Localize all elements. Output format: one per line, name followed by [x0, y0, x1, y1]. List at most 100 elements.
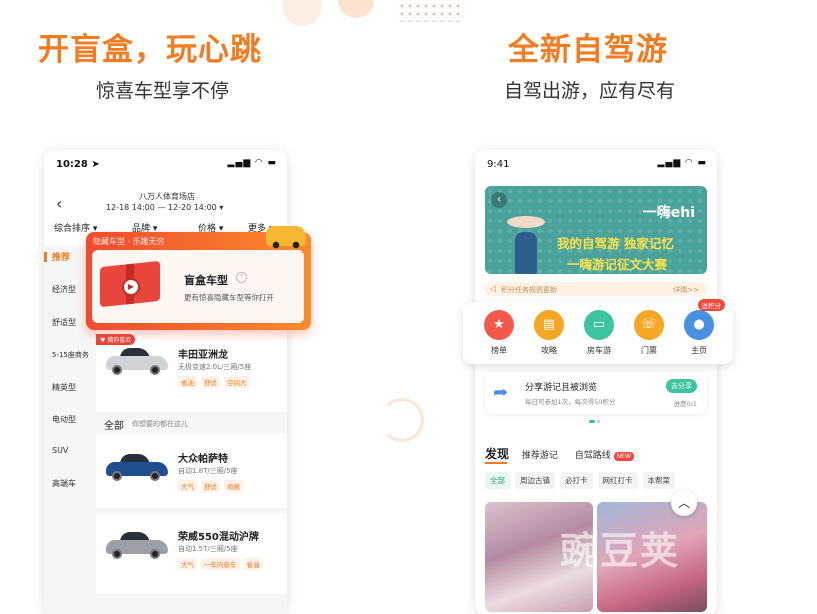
- sidebar-item-economy[interactable]: 经济型: [52, 284, 76, 295]
- car-tags: 大气 一年内新车 省油: [178, 558, 267, 570]
- shortcut-panel: ★ 榜单 ▤ 攻略 ▭ 房车游 ☏ 门票 ● 主页 送积分: [463, 299, 733, 364]
- sidebar-item-electric[interactable]: 电动型: [52, 414, 76, 425]
- car-tag: 大气: [178, 558, 197, 570]
- notice-text: 积分任务规则更新: [501, 286, 557, 294]
- car-image: [106, 348, 168, 375]
- sidebar-item-comfort[interactable]: 舒适型: [52, 317, 76, 328]
- deco-ring: [380, 398, 424, 442]
- guide-book-icon: ▤: [534, 310, 564, 340]
- chip-local-cuisine[interactable]: 本帮菜: [642, 472, 675, 489]
- notice-link[interactable]: 详情>>: [673, 285, 699, 295]
- stage: 开盲盒，玩心跳 惊喜车型享不停 全新自驾游 自驾出游，应有尽有 10:28 ➤ …: [0, 0, 817, 614]
- scroll-top-button[interactable]: ︿: [671, 490, 697, 516]
- car-image: [106, 532, 168, 559]
- status-time: 10:28 ➤: [56, 159, 100, 170]
- sidebar-item-luxury[interactable]: 高端车: [52, 478, 76, 489]
- shortcut-label: 榜单: [491, 346, 507, 355]
- shortcut-label: 门票: [641, 346, 657, 355]
- shortcut-homepage[interactable]: ● 主页: [677, 310, 721, 356]
- notice-bar[interactable]: ◁ 积分任务规则更新 详情>>: [485, 282, 707, 296]
- car-tags: 大气 舒适 商務: [178, 480, 247, 492]
- left-phone: 10:28 ➤ ▂▄▆ ◠ ▬ ‹ 八万人体育场店 12-18 14:00 — …: [44, 150, 287, 614]
- speaker-icon: ◁: [490, 284, 497, 293]
- ticket-icon: ☏: [634, 310, 664, 340]
- chip-old-towns[interactable]: 周边古镇: [515, 472, 555, 489]
- chip-trending[interactable]: 网红打卡: [597, 472, 638, 489]
- left-subline: 惊喜车型享不停: [96, 80, 230, 102]
- shortcut-guide[interactable]: ▤ 攻略: [527, 310, 571, 356]
- banner-line1: 我的自驾游 独家记忆: [557, 236, 674, 251]
- blind-box-inner: ▶ 盲盒车型 ? 更有惊喜隐藏车型等你打开: [92, 250, 304, 323]
- rv-bus-icon: ▭: [584, 310, 614, 340]
- tab-driving-routes[interactable]: 自驾路线: [575, 451, 611, 461]
- deco-dots: [398, 2, 462, 22]
- chip-all[interactable]: 全部: [485, 472, 510, 489]
- sidebar-item-suv[interactable]: SUV: [52, 446, 68, 455]
- share-subtitle: 每日可参加1次，每次得50积分: [525, 398, 616, 406]
- car-spec: 自动1.8T/三厢/5座: [178, 467, 238, 475]
- shortcut-rv-trip[interactable]: ▭ 房车游: [577, 310, 621, 356]
- car-tag: 一年内新车: [201, 558, 240, 570]
- date-range[interactable]: 12-18 14:00 — 12-20 14:00 ▾: [106, 203, 223, 212]
- sidebar-active-indicator: [44, 252, 47, 262]
- deco-circle: [282, 0, 322, 26]
- car-image: [106, 454, 168, 481]
- play-icon[interactable]: ▶: [122, 278, 140, 296]
- banner-line2: 一嗨游记征文大赛: [567, 257, 668, 272]
- blind-box-card[interactable]: 隐藏车型 · 乐趣无穷 ▶ 盲盒车型 ? 更有惊喜隐藏车型等你打开: [86, 226, 311, 330]
- car-tag: 大气: [178, 480, 197, 492]
- status-bar: 9:41 ▂▄▆ ◠ ▬: [475, 150, 717, 176]
- tab-recommended-notes[interactable]: 推荐游记: [522, 451, 558, 461]
- signal-wifi-battery-icon: ▂▄▆ ◠ ▬: [657, 158, 707, 168]
- toy-car-icon: [266, 226, 306, 249]
- status-bar: 10:28 ➤ ▂▄▆ ◠ ▬: [44, 150, 287, 176]
- traveler-illustration: [503, 216, 549, 274]
- sidebar-item-elite[interactable]: 精英型: [52, 382, 76, 393]
- car-tag: 舒适: [201, 376, 220, 388]
- car-card[interactable]: 丰田亚洲龙 无极变速2.0L/三厢/5座 省油 舒适 空间大: [96, 340, 287, 406]
- points-badge: 送积分: [697, 299, 725, 311]
- signal-wifi-battery-icon: ▂▄▆ ◠ ▬: [227, 158, 277, 168]
- shortcut-tickets[interactable]: ☏ 门票: [627, 310, 671, 356]
- shortcut-ranking[interactable]: ★ 榜单: [477, 310, 521, 356]
- shortcut-label: 主页: [691, 346, 707, 355]
- section-title: 全部: [104, 421, 124, 432]
- share-progress: 进度0/1: [673, 400, 697, 408]
- car-tag: 省油: [243, 558, 263, 570]
- shortcut-label: 攻略: [541, 346, 557, 355]
- car-tags: 省油 舒适 空间大: [178, 376, 254, 388]
- car-card[interactable]: 大众帕萨特 自动1.8T/三厢/5座 大气 舒适 商務: [96, 438, 287, 508]
- status-time: 9:41: [487, 159, 510, 170]
- section-subtitle: 你想要的都在这儿: [132, 420, 188, 428]
- user-icon: ●: [684, 310, 714, 340]
- brand-logo: 一嗨ehi: [642, 205, 695, 221]
- promo-banner[interactable]: ‹ 一嗨ehi 我的自驾游 独家记忆 一嗨游记征文大赛: [485, 186, 707, 274]
- share-button[interactable]: 去分享: [666, 379, 697, 393]
- guess-you-like-badge: ♥ 猜你喜欢: [96, 334, 136, 345]
- back-icon[interactable]: ‹: [56, 194, 62, 213]
- sidebar-item-recommend[interactable]: 推荐: [52, 250, 70, 263]
- car-tag: 商務: [224, 480, 243, 492]
- chip-must-visit[interactable]: 必打卡: [560, 472, 593, 489]
- left-headline: 开盲盒，玩心跳: [38, 32, 262, 68]
- back-icon[interactable]: ‹: [491, 192, 507, 208]
- help-icon[interactable]: ?: [236, 272, 247, 283]
- right-subline: 自驾出游，应有尽有: [504, 80, 676, 102]
- watermark: 豌豆荚: [560, 529, 681, 573]
- divider: [96, 594, 287, 614]
- deco-circle: [338, 0, 374, 18]
- tab-discover[interactable]: 发现: [485, 447, 509, 461]
- blind-box-desc: 更有惊喜隐藏车型等你打开: [184, 293, 274, 302]
- section-all-header: 全部 你想要的都在这儿: [96, 412, 287, 434]
- car-tag: 省油: [178, 376, 197, 388]
- car-spec: 无极变速2.0L/三厢/5座: [178, 363, 252, 371]
- store-name[interactable]: 八万人体育场店: [139, 191, 195, 202]
- tag-chips: 全部 周边古镇 必打卡 网红打卡 本帮菜: [485, 472, 680, 489]
- car-spec: 自动1.5T/三厢/5座: [178, 545, 238, 553]
- sidebar-item-business[interactable]: 5-15座商务: [52, 350, 89, 360]
- car-name: 大众帕萨特: [178, 454, 228, 465]
- share-task-card: ➦ 分享游记且被浏览 每日可参加1次，每次得50积分 去分享 进度0/1: [485, 372, 707, 414]
- carousel-indicator: [589, 420, 601, 423]
- blind-box-name: 盲盒车型: [184, 274, 228, 287]
- car-card[interactable]: 荣威550混动沪牌 自动1.5T/三厢/5座 大气 一年内新车 省油: [96, 514, 287, 594]
